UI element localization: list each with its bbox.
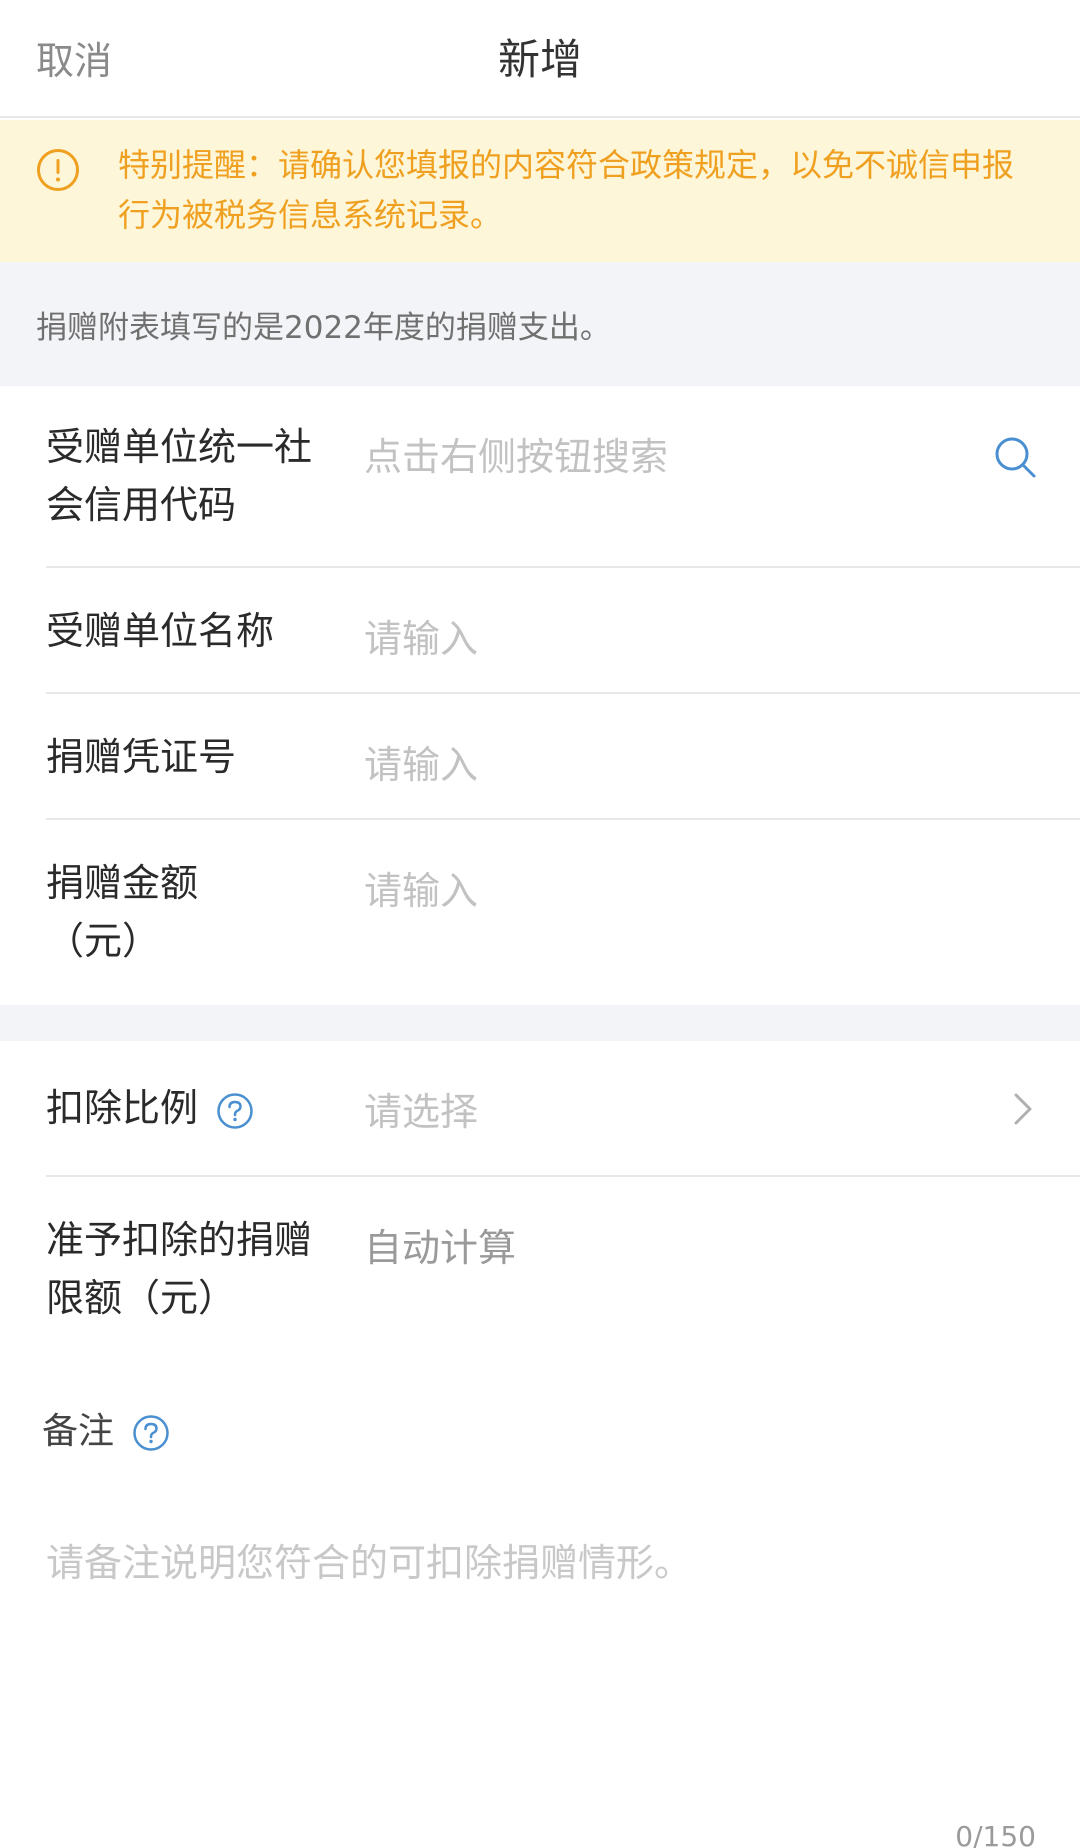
voucher-number-row[interactable]: 捐赠凭证号 请输入 <box>0 694 1080 820</box>
unit-name-row[interactable]: 受赠单位名称 请输入 <box>0 568 1080 694</box>
remark-label-text: 备注 <box>42 1411 115 1452</box>
chevron-right-icon[interactable] <box>1010 1089 1036 1129</box>
deduction-limit-label: 准予扣除的捐赠限额（元） <box>46 1218 313 1320</box>
amount-label: 捐赠金额（元） <box>46 861 199 963</box>
exclamation-circle-icon <box>37 149 79 191</box>
credit-code-row[interactable]: 受赠单位统一社会信用代码 点击右侧按钮搜索 <box>0 386 1080 568</box>
warning-notice: 特别提醒：请确认您填报的内容符合政策规定，以免不诚信申报行为被税务信息系统记录。 <box>0 120 1080 262</box>
voucher-number-input[interactable]: 请输入 <box>364 734 478 789</box>
deduction-ratio-row[interactable]: 扣除比例 请选择 <box>0 1041 1080 1177</box>
year-info-band: 捐赠附表填写的是2022年度的捐赠支出。 <box>0 262 1080 386</box>
question-circle-icon[interactable] <box>216 1092 254 1130</box>
unit-name-label: 受赠单位名称 <box>46 609 275 653</box>
notice-text: 特别提醒：请确认您填报的内容符合政策规定，以免不诚信申报行为被税务信息系统记录。 <box>118 146 1015 234</box>
unit-name-input[interactable]: 请输入 <box>364 608 478 663</box>
deduction-limit-row: 准予扣除的捐赠限额（元） 自动计算 <box>0 1177 1080 1367</box>
character-counter: 0/150 <box>955 1820 1036 1848</box>
top-bar: 取消 新增 <box>0 0 1080 118</box>
year-info-text: 捐赠附表填写的是2022年度的捐赠支出。 <box>36 310 611 346</box>
credit-code-input[interactable]: 点击右侧按钮搜索 <box>364 426 668 481</box>
section-gap <box>0 1005 1080 1041</box>
deduction-ratio-select[interactable]: 请选择 <box>364 1081 478 1136</box>
search-icon[interactable] <box>992 434 1038 480</box>
page-title: 新增 <box>497 35 582 84</box>
deduction-ratio-label-text: 扣除比例 <box>46 1086 199 1130</box>
amount-input[interactable]: 请输入 <box>364 860 478 915</box>
voucher-number-label: 捐赠凭证号 <box>46 735 237 779</box>
credit-code-label: 受赠单位统一社会信用代码 <box>46 425 313 527</box>
deduction-ratio-label: 扣除比例 <box>46 1079 254 1137</box>
remark-label: 备注 <box>42 1402 170 1454</box>
amount-row[interactable]: 捐赠金额（元） 请输入 <box>0 820 1080 1005</box>
remark-textarea[interactable]: 请备注说明您符合的可扣除捐赠情形。 <box>46 1532 692 1587</box>
question-circle-icon[interactable] <box>132 1414 170 1452</box>
deduction-limit-value: 自动计算 <box>364 1226 517 1270</box>
